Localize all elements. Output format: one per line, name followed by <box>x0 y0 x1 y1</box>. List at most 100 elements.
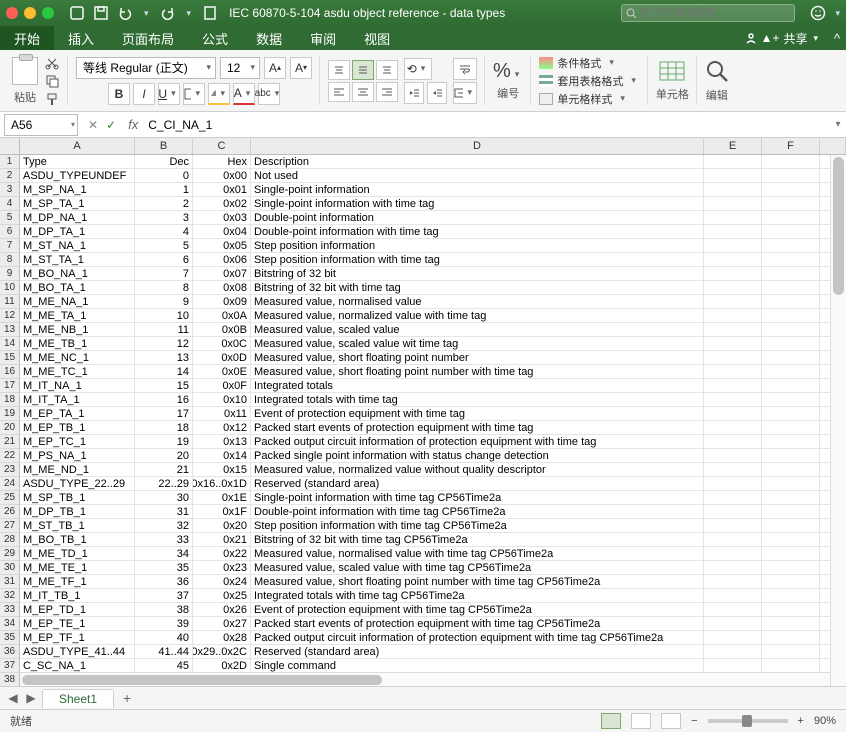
cell[interactable]: Description <box>251 155 704 169</box>
cell[interactable] <box>762 281 820 295</box>
cell[interactable] <box>704 435 762 449</box>
cell[interactable]: M_ME_TD_1 <box>20 547 135 561</box>
zoom-in-icon[interactable]: + <box>798 715 804 727</box>
cell[interactable] <box>762 393 820 407</box>
cell[interactable]: 22..29 <box>135 477 193 491</box>
increase-font-icon[interactable]: A▴ <box>264 57 286 79</box>
home-icon[interactable] <box>68 4 86 22</box>
smiley-dropdown-icon[interactable]: ▾ <box>835 8 840 19</box>
align-left-icon[interactable] <box>328 82 350 102</box>
cell[interactable]: Measured value, short floating point num… <box>251 351 704 365</box>
row-header[interactable]: 22 <box>0 449 20 463</box>
cell[interactable]: Measured value, normalized value with ti… <box>251 309 704 323</box>
cell[interactable]: 0x01 <box>193 183 251 197</box>
row-header[interactable]: 32 <box>0 589 20 603</box>
cell[interactable]: M_ST_NA_1 <box>20 239 135 253</box>
column-header[interactable]: C <box>193 138 251 155</box>
row-header[interactable]: 14 <box>0 337 20 351</box>
cell[interactable]: 0x16..0x1D <box>193 477 251 491</box>
cell[interactable]: ASDU_TYPEUNDEF <box>20 169 135 183</box>
cell[interactable]: M_EP_TB_1 <box>20 421 135 435</box>
row-header[interactable]: 6 <box>0 225 20 239</box>
cell[interactable] <box>762 365 820 379</box>
cell[interactable]: C_SC_NA_1 <box>20 659 135 673</box>
row-header[interactable]: 37 <box>0 659 20 673</box>
row-header[interactable]: 10 <box>0 281 20 295</box>
cell[interactable] <box>762 239 820 253</box>
cell[interactable]: 0x25 <box>193 589 251 603</box>
cell[interactable] <box>762 435 820 449</box>
cell[interactable] <box>762 225 820 239</box>
cell[interactable]: 0x04 <box>193 225 251 239</box>
cell[interactable]: 35 <box>135 561 193 575</box>
add-sheet-button[interactable]: + <box>118 689 136 707</box>
cell[interactable] <box>704 337 762 351</box>
row-header[interactable]: 30 <box>0 561 20 575</box>
cell[interactable]: 38 <box>135 603 193 617</box>
cell[interactable]: Step position information with time tag … <box>251 519 704 533</box>
cell[interactable]: Single command <box>251 659 704 673</box>
cell[interactable] <box>762 575 820 589</box>
cell[interactable]: 0x22 <box>193 547 251 561</box>
cell[interactable]: 0x00 <box>193 169 251 183</box>
cell[interactable]: 33 <box>135 533 193 547</box>
cell[interactable]: M_EP_TA_1 <box>20 407 135 421</box>
cell[interactable] <box>762 379 820 393</box>
cell[interactable]: Packed output circuit information of pro… <box>251 631 704 645</box>
cell[interactable]: Single-point information with time tag C… <box>251 491 704 505</box>
cell[interactable] <box>762 617 820 631</box>
minimize-window-icon[interactable] <box>24 7 36 19</box>
cell[interactable]: 13 <box>135 351 193 365</box>
cell[interactable]: 0x09 <box>193 295 251 309</box>
cell[interactable] <box>704 197 762 211</box>
cell[interactable]: 0x20 <box>193 519 251 533</box>
cell[interactable] <box>704 169 762 183</box>
cell[interactable]: Integrated totals <box>251 379 704 393</box>
cell[interactable]: 3 <box>135 211 193 225</box>
cell[interactable]: 0x24 <box>193 575 251 589</box>
cell[interactable]: 0x28 <box>193 631 251 645</box>
row-header[interactable]: 23 <box>0 463 20 477</box>
edit-button[interactable]: 编辑 <box>705 59 729 103</box>
cell[interactable] <box>704 295 762 309</box>
cell[interactable]: Dec <box>135 155 193 169</box>
row-header[interactable]: 33 <box>0 603 20 617</box>
row-header[interactable]: 27 <box>0 519 20 533</box>
align-bottom-icon[interactable] <box>376 60 398 80</box>
cell[interactable] <box>704 267 762 281</box>
cell[interactable]: 0x10 <box>193 393 251 407</box>
cell[interactable] <box>762 645 820 659</box>
cell[interactable]: 6 <box>135 253 193 267</box>
menu-insert[interactable]: 插入 <box>54 26 108 50</box>
cell[interactable] <box>704 379 762 393</box>
cell[interactable]: 9 <box>135 295 193 309</box>
menu-home[interactable]: 开始 <box>0 26 54 50</box>
cell[interactable]: 12 <box>135 337 193 351</box>
cell[interactable]: Measured value, normalized value without… <box>251 463 704 477</box>
cell[interactable]: M_IT_TB_1 <box>20 589 135 603</box>
sheet-tab-1[interactable]: Sheet1 <box>42 689 114 708</box>
cell[interactable]: M_IT_NA_1 <box>20 379 135 393</box>
cell[interactable] <box>762 519 820 533</box>
cell[interactable]: 45 <box>135 659 193 673</box>
row-header[interactable]: 24 <box>0 477 20 491</box>
search-input[interactable] <box>641 7 791 19</box>
collapse-ribbon-icon[interactable]: ^ <box>828 31 846 46</box>
format-as-table-button[interactable]: 套用表格格式▾ <box>539 73 640 89</box>
cell[interactable]: 1 <box>135 183 193 197</box>
zoom-level[interactable]: 90% <box>814 715 836 727</box>
cell[interactable] <box>704 351 762 365</box>
cell[interactable]: 0x23 <box>193 561 251 575</box>
cell[interactable]: Measured value, short floating point num… <box>251 575 704 589</box>
redo-dropdown-icon[interactable]: ▾ <box>183 8 196 19</box>
row-header[interactable]: 1 <box>0 155 20 169</box>
row-header[interactable]: 13 <box>0 323 20 337</box>
cell[interactable]: 0x29..0x2C <box>193 645 251 659</box>
accept-formula-icon[interactable]: ✓ <box>106 118 116 132</box>
cell[interactable]: 0x03 <box>193 211 251 225</box>
cell[interactable]: Packed start events of protection equipm… <box>251 421 704 435</box>
redo-icon[interactable] <box>159 4 177 22</box>
row-header[interactable]: 29 <box>0 547 20 561</box>
cell[interactable]: 0x1F <box>193 505 251 519</box>
cell[interactable]: Double-point information with time tag C… <box>251 505 704 519</box>
